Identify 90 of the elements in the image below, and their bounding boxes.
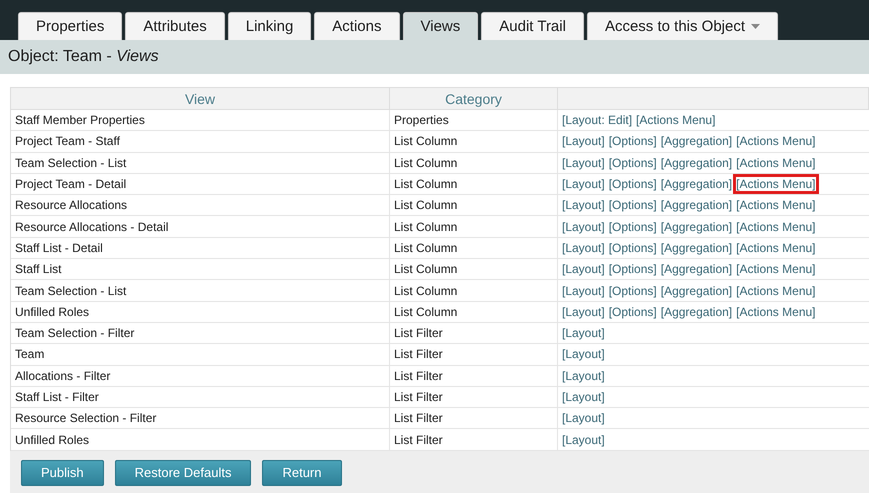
column-header: View bbox=[11, 88, 390, 109]
table-cell: List Filter bbox=[390, 344, 558, 365]
table-cell: Allocations - Filter bbox=[11, 366, 390, 386]
table-cell: List Column bbox=[390, 174, 558, 194]
link[interactable]: [Layout] bbox=[559, 344, 608, 364]
link[interactable]: [Layout] bbox=[559, 195, 608, 216]
table-cell: Resource Allocations bbox=[11, 195, 390, 216]
link[interactable]: [Aggregation] bbox=[658, 152, 736, 173]
table-cell: Project Team - Detail bbox=[11, 174, 390, 194]
link[interactable]: [Layout] bbox=[559, 174, 608, 194]
tab[interactable]: Attributes bbox=[125, 12, 225, 40]
link[interactable]: [Layout: Edit] bbox=[559, 110, 636, 130]
table-cell: Properties bbox=[390, 110, 558, 130]
table-cell: Team bbox=[11, 344, 390, 365]
table-cell: Unfilled Roles bbox=[11, 429, 390, 450]
link[interactable]: [Layout] bbox=[559, 302, 608, 322]
table-cell: List Column bbox=[390, 238, 558, 258]
link[interactable]: [Options] bbox=[606, 152, 660, 173]
table-cell: Unfilled Roles bbox=[11, 302, 390, 322]
table-cell: List Filter bbox=[390, 386, 558, 408]
link[interactable]: [Options] bbox=[606, 302, 660, 322]
link[interactable]: [Layout] bbox=[559, 216, 608, 237]
link[interactable]: [Layout] bbox=[559, 408, 608, 428]
tab[interactable]: Linking bbox=[228, 12, 312, 40]
link[interactable]: [Layout] bbox=[559, 238, 608, 258]
link[interactable]: [Actions Menu] bbox=[733, 195, 818, 216]
action-button[interactable]: Publish bbox=[21, 460, 104, 486]
tab[interactable]: Properties bbox=[18, 12, 122, 40]
link[interactable]: [Aggregation] bbox=[658, 238, 736, 258]
table-cell: Team Selection - List bbox=[11, 280, 390, 301]
link[interactable]: [Options] bbox=[606, 238, 660, 258]
link[interactable]: [Actions Menu] bbox=[733, 238, 818, 258]
page-title: Object: Team - Views bbox=[8, 48, 159, 66]
link[interactable]: [Aggregation] bbox=[658, 216, 736, 237]
tab[interactable]: Access to this Object bbox=[586, 12, 778, 40]
table-cell: List Column bbox=[390, 131, 558, 152]
table-cell: Team Selection - Filter bbox=[11, 322, 390, 344]
link[interactable]: [Aggregation] bbox=[658, 174, 736, 194]
link[interactable]: [Options] bbox=[606, 195, 660, 216]
link[interactable]: [Actions Menu] bbox=[733, 259, 818, 280]
table-cell: List Filter bbox=[390, 366, 558, 386]
table-cell: List Column bbox=[390, 280, 558, 301]
link[interactable]: [Layout] bbox=[559, 152, 608, 173]
table-cell: Project Team - Staff bbox=[11, 131, 390, 152]
link[interactable]: [Layout] bbox=[559, 323, 608, 344]
table-cell: Staff Member Properties bbox=[11, 110, 390, 130]
link[interactable]: [Actions Menu] bbox=[733, 174, 818, 194]
link[interactable]: [Options] bbox=[606, 174, 660, 194]
table-cell: List Column bbox=[390, 195, 558, 216]
tab[interactable]: Views bbox=[402, 12, 478, 40]
link[interactable]: [Layout] bbox=[559, 259, 608, 280]
table-cell: List Filter bbox=[390, 322, 558, 344]
column-header: Category bbox=[390, 88, 558, 109]
action-button[interactable]: Return bbox=[262, 460, 342, 486]
link[interactable]: [Options] bbox=[606, 280, 660, 301]
link[interactable]: [Layout] bbox=[559, 131, 608, 152]
link[interactable]: [Actions Menu] bbox=[733, 131, 818, 152]
table-cell: Resource Selection - Filter bbox=[11, 408, 390, 428]
link[interactable]: [Options] bbox=[606, 216, 660, 237]
link[interactable]: [Options] bbox=[606, 131, 660, 152]
link[interactable]: [Actions Menu] bbox=[733, 302, 818, 322]
link[interactable]: [Options] bbox=[606, 259, 660, 280]
action-button[interactable]: Restore Defaults bbox=[114, 460, 252, 486]
link[interactable]: [Aggregation] bbox=[658, 195, 736, 216]
link[interactable]: [Aggregation] bbox=[658, 259, 736, 280]
table-cell: Staff List - Filter bbox=[11, 386, 390, 408]
link[interactable]: [Layout] bbox=[559, 387, 608, 407]
link[interactable]: [Layout] bbox=[559, 430, 608, 450]
table-cell: List Filter bbox=[390, 429, 558, 450]
link[interactable]: [Aggregation] bbox=[658, 280, 736, 301]
tab[interactable]: Audit Trail bbox=[481, 12, 584, 40]
link[interactable]: [Actions Menu] bbox=[733, 152, 818, 173]
link[interactable]: [Actions Menu] bbox=[633, 110, 718, 130]
link[interactable]: [Aggregation] bbox=[658, 131, 736, 152]
link[interactable]: [Layout] bbox=[559, 280, 608, 301]
link[interactable]: [Layout] bbox=[559, 366, 608, 386]
table-cell: Staff List bbox=[11, 259, 390, 280]
link[interactable]: [Actions Menu] bbox=[733, 280, 818, 301]
link[interactable]: [Actions Menu] bbox=[733, 216, 818, 237]
table-cell: List Column bbox=[390, 152, 558, 173]
table-cell: List Column bbox=[390, 216, 558, 237]
link[interactable]: [Aggregation] bbox=[658, 302, 736, 322]
table-cell: Team Selection - List bbox=[11, 152, 390, 173]
table-cell: List Filter bbox=[390, 408, 558, 428]
caret-icon bbox=[751, 24, 760, 29]
table-cell: Resource Allocations - Detail bbox=[11, 216, 390, 237]
table-cell: Staff List - Detail bbox=[11, 238, 390, 258]
table-cell: List Column bbox=[390, 259, 558, 280]
table-cell: List Column bbox=[390, 302, 558, 322]
tab[interactable]: Actions bbox=[314, 12, 400, 40]
